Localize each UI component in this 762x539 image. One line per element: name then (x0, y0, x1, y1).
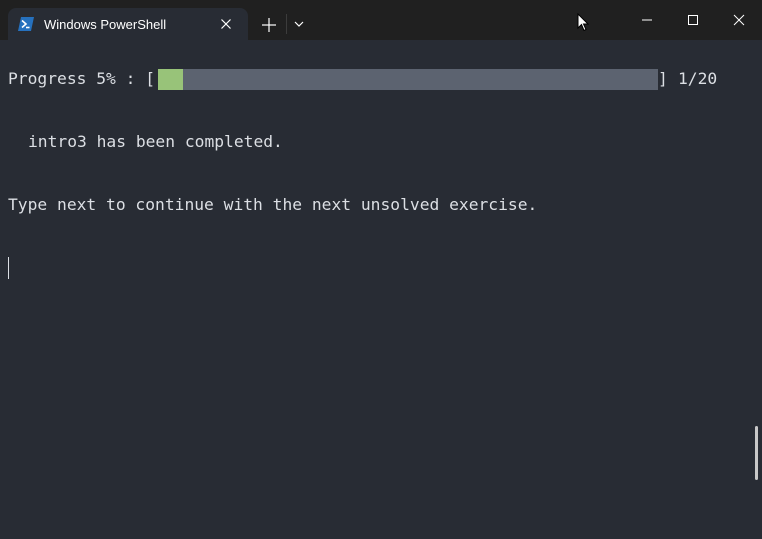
progress-count: 1/20 (678, 69, 718, 88)
close-icon (733, 14, 745, 26)
tab-title: Windows PowerShell (44, 17, 167, 32)
hint-message: Type next to continue with the next unso… (8, 195, 538, 214)
tab-dropdown-button[interactable] (289, 10, 309, 38)
progress-close-bracket: ] (658, 69, 668, 88)
tab-divider (286, 14, 287, 34)
scrollbar-thumb[interactable] (755, 426, 758, 480)
plus-icon (262, 18, 276, 32)
maximize-button[interactable] (670, 0, 716, 40)
terminal-window: Windows PowerShell Progress 5%: [] 1/2… (0, 0, 762, 539)
close-window-button[interactable] (716, 0, 762, 40)
new-tab-button[interactable] (254, 10, 284, 38)
minimize-button[interactable] (624, 0, 670, 40)
close-icon (221, 19, 231, 29)
progress-bar (158, 69, 658, 90)
title-bar[interactable]: Windows PowerShell (0, 0, 762, 40)
progress-bar-fill (158, 69, 183, 90)
text-cursor (8, 257, 9, 279)
tab-close-button[interactable] (218, 16, 234, 32)
powershell-icon (18, 17, 34, 31)
mouse-pointer-icon (577, 12, 590, 32)
chevron-down-icon (294, 21, 304, 27)
maximize-icon (688, 15, 698, 25)
tab-windows-powershell[interactable]: Windows PowerShell (8, 8, 248, 40)
minimize-icon (642, 19, 652, 21)
terminal-output[interactable]: Progress 5% : [ ] 1/20 intro3 has been c… (0, 40, 762, 539)
completed-message: intro3 has been completed. (28, 132, 283, 151)
progress-label: Progress 5% : [ (8, 69, 156, 88)
